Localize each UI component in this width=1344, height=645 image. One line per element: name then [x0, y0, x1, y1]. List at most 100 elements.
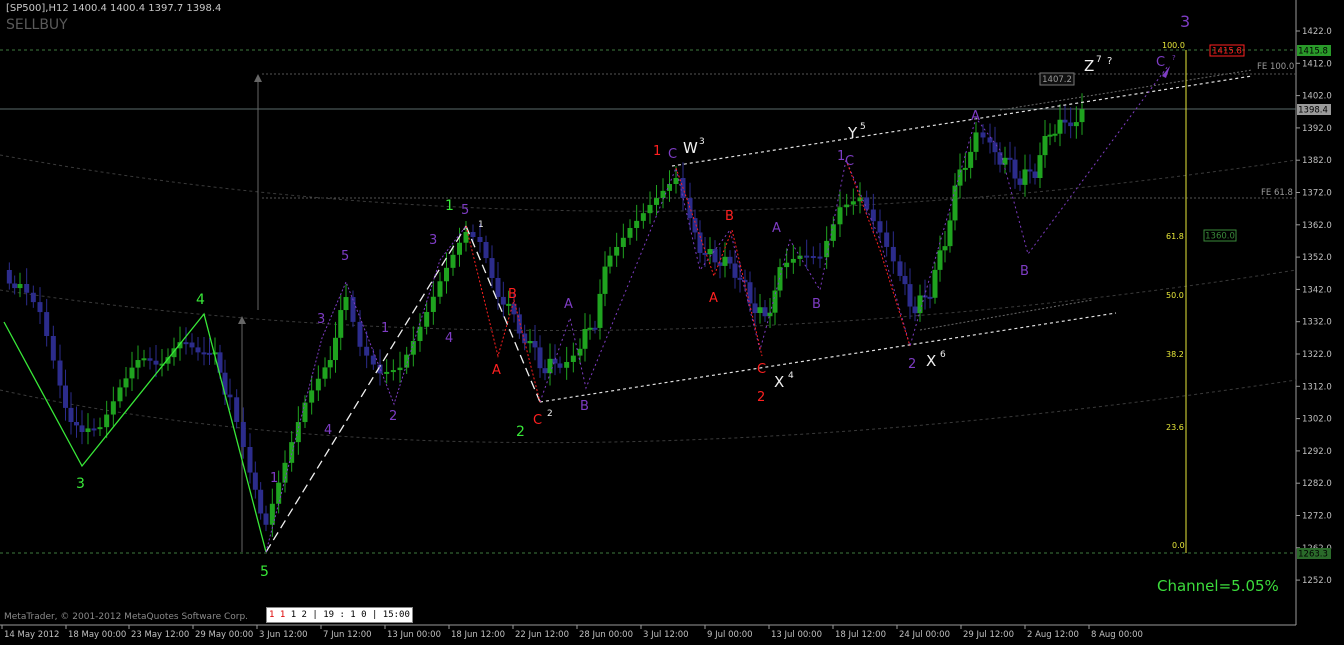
time-tick-label: 14 May 2012 [4, 630, 59, 640]
purple-label-c2: C [845, 154, 854, 169]
candle-body [141, 358, 147, 361]
price-tick-label: 1342.0 [1302, 285, 1332, 295]
white-label-x4: X [774, 373, 784, 391]
candle-body [932, 269, 938, 298]
candle-body [1062, 119, 1068, 123]
channel-parallel-grey-top [999, 69, 1253, 111]
channel-upper-line[interactable] [671, 75, 1253, 167]
candle-body [757, 307, 763, 314]
candle-body [430, 296, 436, 312]
candle-body [1068, 122, 1074, 127]
candle-body [17, 283, 23, 289]
candle-body [647, 204, 653, 214]
candle-body [24, 283, 30, 293]
candle-body [63, 385, 68, 408]
green-wave-label-4: 4 [196, 292, 205, 308]
price-chart[interactable]: 1422.01412.01402.01392.01382.01372.01362… [0, 0, 1344, 645]
candle-body [123, 378, 129, 388]
time-tick-label: 13 Jul 00:00 [771, 630, 822, 640]
candle-body [183, 342, 189, 345]
candle-body [240, 421, 246, 448]
green-wave-label-5: 5 [260, 564, 269, 580]
candle-body [947, 220, 953, 247]
candle-body [537, 347, 543, 369]
time-tick-label: 28 Jun 00:00 [579, 630, 633, 640]
purple-question-small: ? [1172, 54, 1176, 62]
red-wave-zigzag-3 [845, 159, 911, 347]
candle-body [463, 232, 469, 243]
candle-body [327, 360, 333, 368]
purple-label-b3: B [1020, 264, 1029, 279]
candle-body [1079, 109, 1085, 123]
candle-body [247, 447, 253, 473]
price-tick-label: 1352.0 [1302, 253, 1332, 263]
candle-body [489, 258, 495, 278]
red-label-c1: C [533, 413, 542, 428]
candle-body [97, 427, 103, 430]
candle-body [1052, 133, 1058, 136]
price-tick-label: 1292.0 [1302, 447, 1332, 457]
purple-label-a1: A [564, 297, 573, 312]
price-tick-label: 1422.0 [1302, 27, 1332, 37]
red-label-1: 1 [653, 144, 661, 159]
price-tick-label: 1302.0 [1302, 415, 1332, 425]
candle-body [129, 367, 135, 379]
price-tick-label: 1372.0 [1302, 189, 1332, 199]
price-tick-label: 1322.0 [1302, 350, 1332, 360]
candle-body [6, 270, 12, 284]
candle-body [117, 387, 123, 402]
channel-lower-line[interactable] [539, 312, 1117, 403]
candle-body [424, 311, 430, 327]
candle-body [614, 246, 620, 256]
candle-body [289, 442, 295, 463]
price-tick-label: 1392.0 [1302, 124, 1332, 134]
white-impulse-line-1 [265, 225, 467, 553]
candle-body [333, 337, 338, 361]
candle-body [350, 297, 356, 322]
candle-body [830, 224, 836, 241]
purple-wave-zigzag-2 [539, 65, 1169, 403]
candle-body [607, 255, 613, 267]
candle-body [942, 246, 948, 251]
candle-body [844, 204, 850, 208]
candle-body [79, 425, 85, 433]
time-box[interactable]: 1 1 1 2 | 19 : 1 0 | 15:00 [266, 607, 413, 623]
white-label-question: ? [1107, 56, 1112, 67]
candle-body [234, 397, 240, 422]
price-tick-label: 1362.0 [1302, 221, 1332, 231]
purple-label-c3: C [1156, 55, 1165, 70]
candle-body [962, 167, 968, 170]
fibo-level-100: 100.0 [1162, 41, 1185, 50]
price-label-green: 1415.8 [1298, 47, 1328, 57]
candle-body [315, 378, 321, 391]
candle-body [937, 250, 943, 270]
time-tick-label: 18 Jul 12:00 [835, 630, 886, 640]
price-tick-label: 1252.0 [1302, 576, 1332, 586]
white-small-label-1: 1 [478, 220, 484, 230]
candle-body [927, 296, 933, 299]
price-tick-label: 1382.0 [1302, 156, 1332, 166]
candle-body [980, 132, 986, 138]
price-label-bottom: 1263.3 [1298, 550, 1328, 560]
purple-label-4a: 4 [324, 423, 332, 438]
candle-body [747, 282, 753, 304]
purple-label-3b: 3 [429, 233, 437, 248]
candle-body [712, 249, 718, 263]
green-wave-label-1: 1 [445, 198, 454, 214]
candle-body [654, 198, 659, 205]
candle-body [1073, 122, 1079, 127]
candle-body [252, 472, 258, 490]
purple-label-5b: 5 [461, 203, 469, 218]
green-wave-zigzag[interactable] [3, 312, 267, 553]
time-tick-label: 24 Jul 00:00 [899, 630, 950, 640]
candle-body [722, 256, 728, 266]
candle-body [890, 246, 896, 262]
fibo-level-618: 61.8 [1166, 232, 1184, 241]
candle-body [1032, 171, 1038, 178]
candle-body [364, 346, 370, 356]
candle-body [457, 242, 462, 255]
candle-body [195, 347, 201, 353]
candle-body [295, 422, 301, 443]
candle-body [864, 197, 870, 210]
candle-body [258, 489, 264, 514]
